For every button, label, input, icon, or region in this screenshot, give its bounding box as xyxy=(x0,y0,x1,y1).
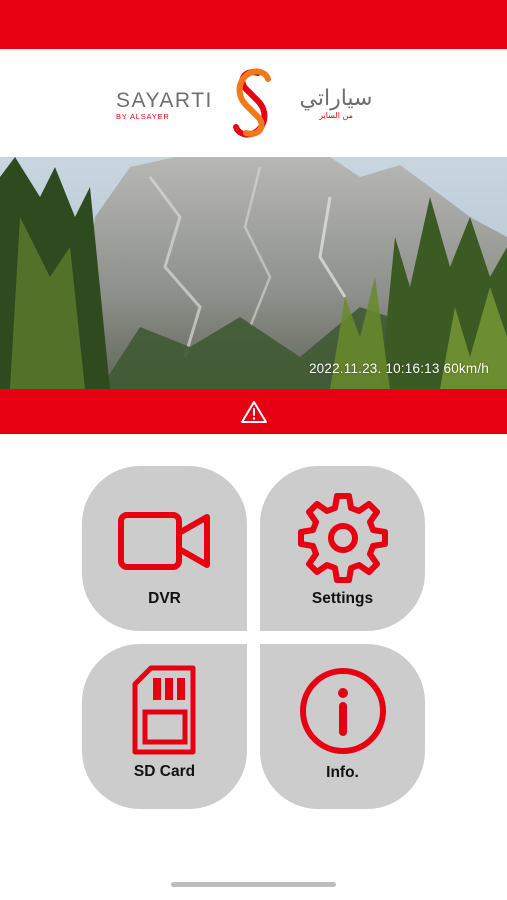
brand-name-english: SAYARTI xyxy=(116,89,213,112)
brand-subtitle-english: BY ALSAYER xyxy=(116,112,170,121)
dvr-label: DVR xyxy=(148,590,181,607)
sd-card-icon xyxy=(82,664,247,756)
video-camera-icon xyxy=(82,509,247,573)
recording-timestamp: 2022.11.23. 10:16:13 60km/h xyxy=(308,361,489,376)
dvr-button[interactable]: DVR xyxy=(82,466,247,631)
info-button[interactable]: Info. xyxy=(260,644,425,809)
status-bar xyxy=(0,0,507,49)
alert-bar[interactable] xyxy=(0,389,507,434)
dashcam-preview-image xyxy=(0,157,507,389)
brand-arabic: سياراتي من الساير xyxy=(276,87,396,121)
settings-label: Settings xyxy=(311,590,374,607)
brand-logo-mark xyxy=(233,68,271,138)
warning-icon[interactable] xyxy=(240,400,268,424)
info-icon xyxy=(260,666,425,756)
info-label: Info. xyxy=(326,764,359,781)
gear-icon xyxy=(260,490,425,586)
home-indicator[interactable] xyxy=(171,882,336,887)
sd-card-button[interactable]: SD Card xyxy=(82,644,247,809)
settings-button[interactable]: Settings xyxy=(260,466,425,631)
brand-english: SAYARTI BY ALSAYER xyxy=(116,90,232,122)
app-header: SAYARTI BY ALSAYER سياراتي من الساير xyxy=(0,49,507,157)
dashcam-preview[interactable]: 2022.11.23. 10:16:13 60km/h xyxy=(0,157,507,389)
sd-card-label: SD Card xyxy=(133,763,196,780)
brand-name-arabic: سياراتي xyxy=(299,86,373,111)
brand-subtitle-arabic: من الساير xyxy=(319,111,353,120)
